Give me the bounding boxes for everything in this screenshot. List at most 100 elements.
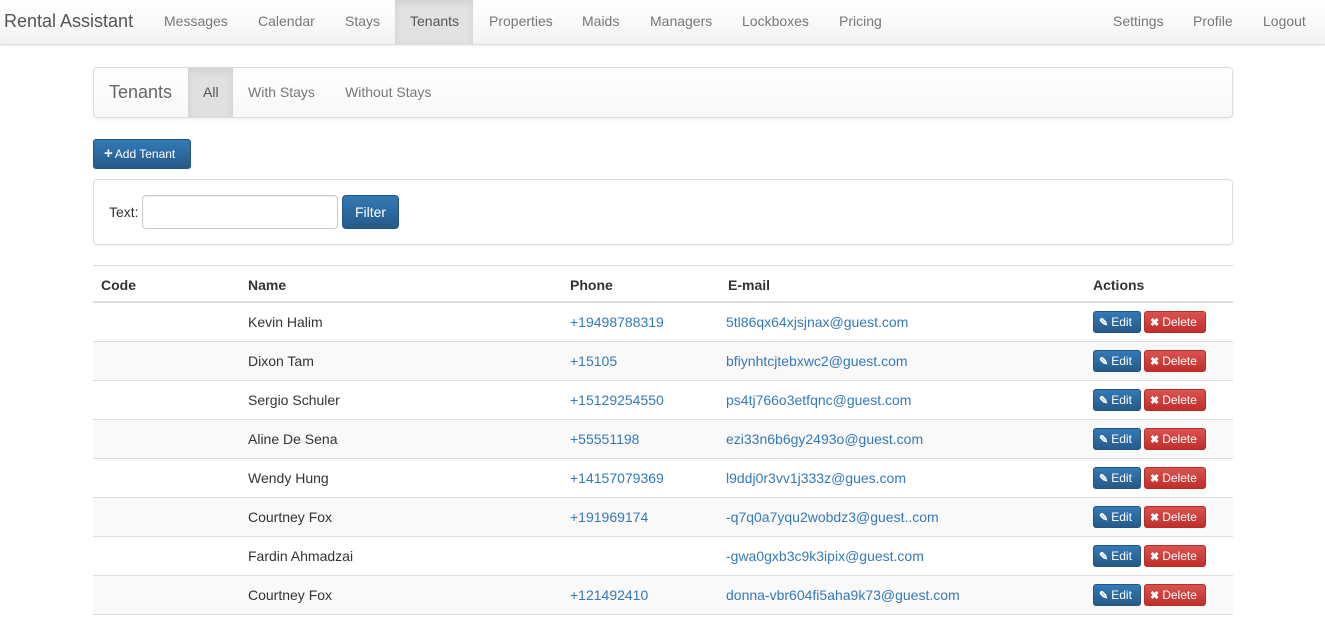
edit-label: Edit: [1111, 354, 1132, 368]
nav-pricing[interactable]: Pricing: [824, 0, 897, 44]
nav-messages[interactable]: Messages: [149, 0, 243, 44]
close-icon: ✖: [1150, 473, 1160, 485]
edit-label: Edit: [1111, 393, 1132, 407]
cell-name: Fardin Ahmadzai: [248, 548, 354, 564]
nav-properties[interactable]: Properties: [474, 0, 568, 44]
delete-button[interactable]: ✖ Delete: [1144, 350, 1206, 372]
header-email: E-mail: [728, 277, 771, 293]
delete-button[interactable]: ✖ Delete: [1144, 545, 1206, 567]
edit-button[interactable]: ✎ Edit: [1093, 467, 1141, 489]
delete-button[interactable]: ✖ Delete: [1144, 467, 1206, 489]
edit-button[interactable]: ✎ Edit: [1093, 311, 1141, 333]
delete-button[interactable]: ✖ Delete: [1144, 311, 1206, 333]
close-icon: ✖: [1150, 590, 1160, 602]
edit-button[interactable]: ✎ Edit: [1093, 350, 1141, 372]
close-icon: ✖: [1150, 434, 1160, 446]
edit-icon: ✎: [1099, 434, 1109, 446]
cell-phone[interactable]: +15105: [570, 353, 617, 369]
nav-logout[interactable]: Logout: [1248, 0, 1321, 44]
delete-label: Delete: [1162, 549, 1197, 563]
close-icon: ✖: [1150, 512, 1160, 524]
cell-name: Aline De Sena: [248, 431, 338, 447]
edit-icon: ✎: [1099, 395, 1109, 407]
nav-maids[interactable]: Maids: [567, 0, 634, 44]
close-icon: ✖: [1150, 551, 1160, 563]
delete-button[interactable]: ✖ Delete: [1144, 584, 1206, 606]
table-row: Dixon Tam +15105 bfiynhtcjtebxwc2@guest.co…: [93, 342, 1233, 381]
delete-button[interactable]: ✖ Delete: [1144, 389, 1206, 411]
cell-phone[interactable]: +55551198: [570, 431, 639, 447]
cell-phone[interactable]: +121492410: [570, 587, 648, 603]
add-tenant-button[interactable]: + Add Tenant: [93, 139, 191, 169]
delete-button[interactable]: ✖ Delete: [1144, 506, 1206, 528]
cell-email[interactable]: l9ddj0r3vv1j333z@gues.com: [726, 470, 906, 486]
edit-icon: ✎: [1099, 473, 1109, 485]
add-tenant-label: Add Tenant: [114, 147, 176, 161]
table-row: Courtney Fox +191969174 -q7q0a7yqu2wobdz3@…: [93, 498, 1233, 537]
cell-email[interactable]: ps4tj766o3etfqnc@guest.com: [726, 392, 911, 408]
nav-lockboxes[interactable]: Lockboxes: [727, 0, 824, 44]
edit-button[interactable]: ✎ Edit: [1093, 506, 1141, 528]
edit-icon: ✎: [1099, 590, 1109, 602]
cell-name: Dixon Tam: [248, 353, 314, 369]
table-row: Kevin Halim +19498788319 5tl86qx64xjsjnax@…: [93, 303, 1233, 342]
cell-email[interactable]: donna-vbr604fi5aha9k73@guest.com: [726, 587, 960, 603]
tenants-subnav: Tenants All With Stays Without Stays: [93, 67, 1233, 118]
edit-label: Edit: [1111, 471, 1132, 485]
delete-label: Delete: [1162, 354, 1197, 368]
subnav-title: Tenants: [109, 82, 173, 102]
cell-email[interactable]: -q7q0a7yqu2wobdz3@guest..com: [726, 509, 939, 525]
filter-panel: Text: Filter: [93, 179, 1233, 245]
close-icon: ✖: [1150, 317, 1160, 329]
plus-icon: +: [104, 145, 113, 162]
cell-phone[interactable]: +15129254550: [570, 392, 664, 408]
delete-label: Delete: [1162, 471, 1197, 485]
filter-text-input[interactable]: [142, 195, 338, 229]
cell-email[interactable]: bfiynhtcjtebxwc2@guest.com: [726, 353, 908, 369]
delete-label: Delete: [1162, 393, 1197, 407]
close-icon: ✖: [1150, 356, 1160, 368]
edit-button[interactable]: ✎ Edit: [1093, 428, 1141, 450]
filter-text-label: Text:: [109, 204, 139, 220]
edit-icon: ✎: [1099, 356, 1109, 368]
nav-calendar[interactable]: Calendar: [243, 0, 330, 44]
cell-name: Sergio Schuler: [248, 392, 340, 408]
edit-label: Edit: [1111, 549, 1132, 563]
header-phone: Phone: [570, 277, 613, 293]
tab-with-stays[interactable]: With Stays: [233, 68, 330, 117]
filter-button[interactable]: Filter: [342, 195, 399, 229]
edit-label: Edit: [1111, 315, 1132, 329]
edit-label: Edit: [1111, 510, 1132, 524]
delete-label: Delete: [1162, 432, 1197, 446]
table-row: Wendy Hung +14157079369 l9ddj0r3vv1j333z@g…: [93, 459, 1233, 498]
table-row: Aline De Sena +55551198 ezi33n6b6gy2493o@g…: [93, 420, 1233, 459]
edit-button[interactable]: ✎ Edit: [1093, 584, 1141, 606]
cell-phone[interactable]: +19498788319: [570, 314, 664, 330]
cell-name: Kevin Halim: [248, 314, 323, 330]
delete-button[interactable]: ✖ Delete: [1144, 428, 1206, 450]
table-row: Sergio Schuler +15129254550 ps4tj766o3etfq…: [93, 381, 1233, 420]
app-brand[interactable]: Rental Assistant: [4, 11, 133, 32]
edit-icon: ✎: [1099, 551, 1109, 563]
cell-email[interactable]: -gwa0gxb3c9k3ipix@guest.com: [726, 548, 924, 564]
cell-phone[interactable]: +14157079369: [570, 470, 664, 486]
delete-label: Delete: [1162, 315, 1197, 329]
nav-settings[interactable]: Settings: [1098, 0, 1179, 44]
cell-email[interactable]: ezi33n6b6gy2493o@guest.com: [726, 431, 923, 447]
edit-label: Edit: [1111, 588, 1132, 602]
edit-button[interactable]: ✎ Edit: [1093, 389, 1141, 411]
nav-tenants[interactable]: Tenants: [395, 0, 473, 44]
nav-managers[interactable]: Managers: [635, 0, 727, 44]
table-header: Code Name Phone E-mail Actions: [93, 265, 1233, 303]
tab-without-stays[interactable]: Without Stays: [330, 68, 446, 117]
table-row: Fardin Ahmadzai -gwa0gxb3c9k3ipix@guest.c…: [93, 537, 1233, 576]
nav-stays[interactable]: Stays: [330, 0, 395, 44]
cell-name: Courtney Fox: [248, 509, 333, 525]
cell-phone[interactable]: +191969174: [570, 509, 648, 525]
close-icon: ✖: [1150, 395, 1160, 407]
edit-button[interactable]: ✎ Edit: [1093, 545, 1141, 567]
tab-all[interactable]: All: [188, 68, 233, 117]
nav-profile[interactable]: Profile: [1178, 0, 1248, 44]
cell-email[interactable]: 5tl86qx64xjsjnax@guest.com: [726, 314, 908, 330]
edit-icon: ✎: [1099, 317, 1109, 329]
